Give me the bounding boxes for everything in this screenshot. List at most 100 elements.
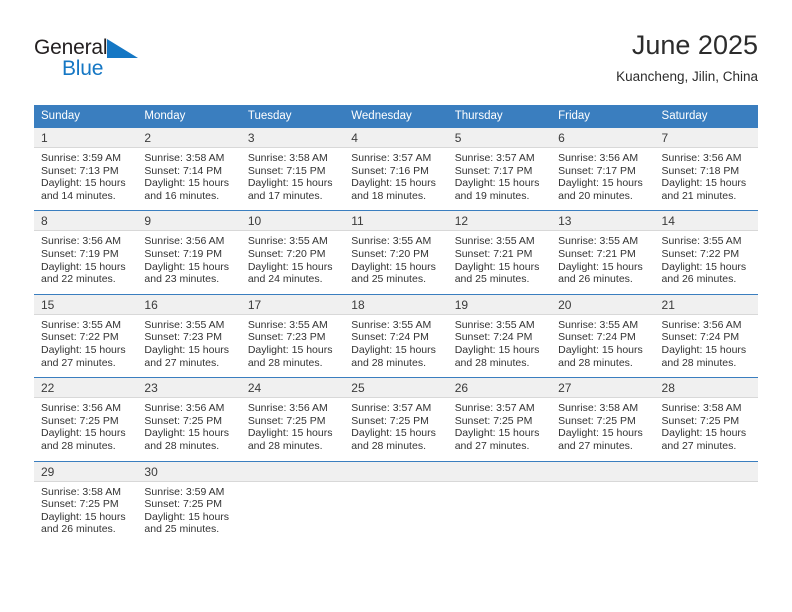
week-5-daynum-row: 29 30 [34, 460, 758, 482]
day-number[interactable]: 15 [34, 293, 138, 315]
sunset-text: Sunset: 7:25 PM [558, 414, 636, 427]
daylight-text-line2: and 28 minutes. [144, 439, 220, 452]
day-cell[interactable]: Sunrise: 3:56 AM Sunset: 7:24 PM Dayligh… [654, 314, 758, 378]
sunset-text: Sunset: 7:25 PM [144, 498, 223, 511]
day-number[interactable]: 22 [34, 377, 138, 399]
brand-logo-bottom: Blue [34, 57, 254, 81]
weekday-header-monday: Monday [137, 105, 241, 128]
sunrise-text: Sunrise: 3:55 AM [247, 318, 328, 331]
daylight-text-line1: Daylight: 15 hours [454, 177, 540, 190]
day-cell[interactable]: Sunrise: 3:58 AM Sunset: 7:25 PM Dayligh… [34, 481, 138, 544]
daylight-text-line1: Daylight: 15 hours [661, 427, 747, 440]
daylight-text-line2: and 26 minutes. [558, 273, 633, 286]
day-cell[interactable]: Sunrise: 3:56 AM Sunset: 7:17 PM Dayligh… [551, 147, 655, 211]
brand-logo[interactable]: General Blue [34, 34, 254, 86]
day-number[interactable]: 6 [551, 128, 655, 148]
day-cell[interactable]: Sunrise: 3:56 AM Sunset: 7:25 PM Dayligh… [240, 397, 345, 461]
day-cell-empty [654, 481, 758, 544]
day-cell[interactable]: Sunrise: 3:55 AM Sunset: 7:22 PM Dayligh… [34, 314, 138, 378]
day-cell[interactable]: Sunrise: 3:57 AM Sunset: 7:16 PM Dayligh… [344, 147, 448, 211]
day-number[interactable]: 11 [344, 210, 448, 232]
day-cell[interactable]: Sunrise: 3:56 AM Sunset: 7:25 PM Dayligh… [34, 397, 138, 461]
day-cell[interactable]: Sunrise: 3:55 AM Sunset: 7:24 PM Dayligh… [344, 314, 448, 378]
day-cell[interactable]: Sunrise: 3:58 AM Sunset: 7:15 PM Dayligh… [240, 147, 345, 211]
day-number[interactable]: 26 [447, 377, 552, 399]
daylight-text-line2: and 22 minutes. [41, 273, 116, 286]
day-number[interactable]: 3 [240, 128, 345, 148]
day-number[interactable]: 16 [137, 293, 241, 315]
day-cell[interactable]: Sunrise: 3:59 AM Sunset: 7:13 PM Dayligh… [34, 147, 138, 211]
day-cell[interactable]: Sunrise: 3:55 AM Sunset: 7:23 PM Dayligh… [137, 314, 241, 378]
day-cell[interactable]: Sunrise: 3:59 AM Sunset: 7:25 PM Dayligh… [137, 481, 241, 544]
day-cell[interactable]: Sunrise: 3:55 AM Sunset: 7:20 PM Dayligh… [240, 230, 345, 295]
day-cell[interactable]: Sunrise: 3:55 AM Sunset: 7:22 PM Dayligh… [654, 230, 758, 295]
day-number[interactable]: 24 [240, 377, 345, 399]
day-cell[interactable]: Sunrise: 3:57 AM Sunset: 7:25 PM Dayligh… [447, 397, 552, 461]
day-cell[interactable]: Sunrise: 3:56 AM Sunset: 7:18 PM Dayligh… [654, 147, 758, 211]
day-cell[interactable]: Sunrise: 3:55 AM Sunset: 7:24 PM Dayligh… [447, 314, 552, 378]
day-number[interactable]: 14 [654, 210, 758, 232]
week-3-info-row: Sunrise: 3:55 AM Sunset: 7:22 PM Dayligh… [34, 314, 758, 378]
day-number[interactable]: 20 [551, 293, 655, 315]
day-number[interactable]: 1 [34, 128, 138, 148]
day-number[interactable]: 28 [654, 377, 758, 399]
day-number[interactable]: 4 [344, 128, 448, 148]
sunrise-text: Sunrise: 3:56 AM [144, 235, 225, 248]
day-cell[interactable]: Sunrise: 3:56 AM Sunset: 7:25 PM Dayligh… [137, 397, 241, 461]
day-number[interactable]: 10 [240, 210, 345, 232]
daylight-text-line2: and 28 minutes. [41, 439, 116, 452]
day-number[interactable]: 30 [137, 460, 241, 482]
sunset-text: Sunset: 7:22 PM [661, 247, 740, 260]
day-number[interactable]: 12 [447, 210, 552, 232]
daylight-text-line1: Daylight: 15 hours [144, 510, 230, 523]
daylight-text-line1: Daylight: 15 hours [41, 510, 126, 523]
day-cell[interactable]: Sunrise: 3:55 AM Sunset: 7:24 PM Dayligh… [551, 314, 655, 378]
day-number[interactable]: 29 [34, 460, 138, 482]
day-cell[interactable]: Sunrise: 3:58 AM Sunset: 7:25 PM Dayligh… [551, 397, 655, 461]
day-number[interactable]: 27 [551, 377, 655, 399]
sunset-text: Sunset: 7:25 PM [144, 414, 223, 427]
sunrise-text: Sunrise: 3:56 AM [41, 402, 121, 415]
day-number[interactable]: 18 [344, 293, 448, 315]
daylight-text-line1: Daylight: 15 hours [661, 260, 747, 273]
daylight-text-line2: and 28 minutes. [661, 356, 737, 369]
daylight-text-line1: Daylight: 15 hours [247, 427, 333, 440]
daylight-text-line2: and 21 minutes. [661, 189, 737, 202]
title-block: June 2025 Kuancheng, Jilin, China [616, 28, 758, 87]
day-number[interactable]: 2 [137, 128, 241, 148]
day-number[interactable]: 17 [240, 293, 345, 315]
day-number[interactable]: 8 [34, 210, 138, 232]
day-cell[interactable]: Sunrise: 3:55 AM Sunset: 7:21 PM Dayligh… [551, 230, 655, 295]
day-number[interactable]: 13 [551, 210, 655, 232]
sunset-text: Sunset: 7:17 PM [558, 164, 636, 177]
sunrise-text: Sunrise: 3:56 AM [661, 152, 742, 164]
day-cell[interactable]: Sunrise: 3:57 AM Sunset: 7:17 PM Dayligh… [447, 147, 552, 211]
weekday-header-wednesday: Wednesday [344, 105, 448, 128]
day-cell[interactable]: Sunrise: 3:55 AM Sunset: 7:21 PM Dayligh… [447, 230, 552, 295]
sunset-text: Sunset: 7:21 PM [558, 247, 636, 260]
sunset-text: Sunset: 7:23 PM [247, 331, 326, 344]
day-cell[interactable]: Sunrise: 3:55 AM Sunset: 7:20 PM Dayligh… [344, 230, 448, 295]
sunset-text: Sunset: 7:20 PM [351, 247, 429, 260]
day-cell[interactable]: Sunrise: 3:56 AM Sunset: 7:19 PM Dayligh… [137, 230, 241, 295]
day-cell[interactable]: Sunrise: 3:55 AM Sunset: 7:23 PM Dayligh… [240, 314, 345, 378]
day-cell[interactable]: Sunrise: 3:58 AM Sunset: 7:25 PM Dayligh… [654, 397, 758, 461]
day-number-empty [654, 460, 758, 482]
day-cell[interactable]: Sunrise: 3:58 AM Sunset: 7:14 PM Dayligh… [137, 147, 241, 211]
day-number[interactable]: 9 [137, 210, 241, 232]
daylight-text-line1: Daylight: 15 hours [661, 177, 747, 190]
day-number[interactable]: 19 [447, 293, 552, 315]
daylight-text-line1: Daylight: 15 hours [558, 427, 643, 440]
sunrise-text: Sunrise: 3:55 AM [247, 235, 328, 248]
day-number[interactable]: 23 [137, 377, 241, 399]
day-number[interactable]: 5 [447, 128, 552, 148]
sunrise-text: Sunrise: 3:55 AM [558, 235, 639, 248]
day-number[interactable]: 7 [654, 128, 758, 148]
day-number[interactable]: 21 [654, 293, 758, 315]
daylight-text-line1: Daylight: 15 hours [661, 343, 747, 356]
daylight-text-line2: and 19 minutes. [454, 189, 530, 202]
day-number[interactable]: 25 [344, 377, 448, 399]
day-cell[interactable]: Sunrise: 3:56 AM Sunset: 7:19 PM Dayligh… [34, 230, 138, 295]
day-cell[interactable]: Sunrise: 3:57 AM Sunset: 7:25 PM Dayligh… [344, 397, 448, 461]
daylight-text-line2: and 27 minutes. [41, 356, 116, 369]
